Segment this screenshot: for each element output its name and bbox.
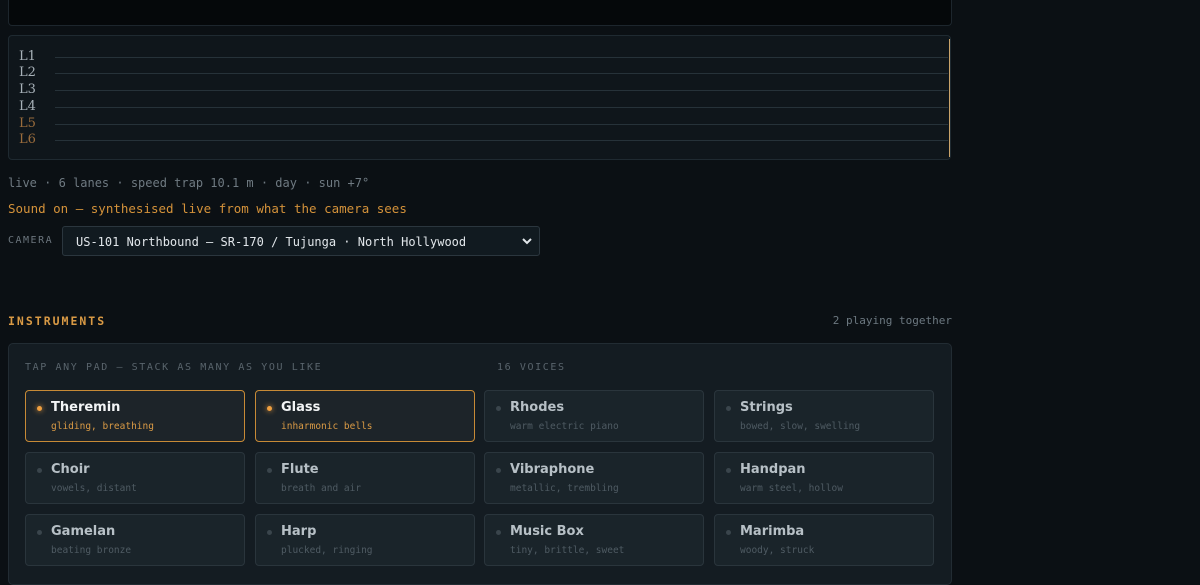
pad-name: Theremin — [51, 400, 121, 415]
lane-line — [55, 107, 948, 108]
lane-monitor: L1 L2 L3 L4 L5 L6 — [8, 35, 951, 160]
pad-indicator-dot — [267, 468, 272, 473]
pad-name: Harp — [281, 524, 317, 539]
chevron-down-icon — [522, 238, 532, 245]
pad-music-box[interactable]: Music Box tiny, brittle, sweet — [484, 514, 704, 566]
lane-row: L1 — [9, 48, 950, 65]
lane-label: L2 — [19, 65, 36, 80]
pad-indicator-dot — [726, 468, 731, 473]
pad-indicator-dot — [37, 530, 42, 535]
sound-status: Sound on — synthesised live from what th… — [8, 201, 407, 216]
pad-name: Gamelan — [51, 524, 116, 539]
pad-name: Music Box — [510, 524, 584, 539]
pad-rhodes[interactable]: Rhodes warm electric piano — [484, 390, 704, 442]
pad-description: plucked, ringing — [281, 545, 373, 556]
lane-row: L3 — [9, 81, 950, 98]
pad-description: tiny, brittle, sweet — [510, 545, 625, 556]
pad-glass[interactable]: Glass inharmonic bells — [255, 390, 475, 442]
lane-label: L1 — [19, 49, 36, 64]
pad-theremin[interactable]: Theremin gliding, breathing — [25, 390, 245, 442]
lane-label: L5 — [19, 116, 36, 131]
pad-strings[interactable]: Strings bowed, slow, swelling — [714, 390, 934, 442]
pad-description: inharmonic bells — [281, 421, 373, 432]
pad-marimba[interactable]: Marimba woody, struck — [714, 514, 934, 566]
instrument-hint: TAP ANY PAD — STACK AS MANY AS YOU LIKE — [25, 362, 323, 373]
voice-count: 16 VOICES — [497, 362, 566, 373]
lane-line — [55, 57, 948, 58]
pad-indicator-dot — [726, 406, 731, 411]
pad-indicator-dot — [267, 406, 272, 411]
pad-indicator-dot — [267, 530, 272, 535]
pad-indicator-dot — [496, 406, 501, 411]
instruments-title: INSTRUMENTS — [8, 314, 107, 328]
camera-label: CAMERA — [8, 235, 54, 246]
pad-name: Rhodes — [510, 400, 565, 415]
lane-label: L4 — [19, 99, 36, 114]
pad-vibraphone[interactable]: Vibraphone metallic, trembling — [484, 452, 704, 504]
camera-video-feed — [8, 0, 952, 26]
lane-row: L5 — [9, 115, 950, 132]
pad-indicator-dot — [37, 468, 42, 473]
pad-name: Handpan — [740, 462, 806, 477]
lane-line — [55, 124, 948, 125]
pad-description: warm electric piano — [510, 421, 619, 432]
instruments-playing-count: 2 playing together — [832, 314, 952, 327]
pad-choir[interactable]: Choir vowels, distant — [25, 452, 245, 504]
pad-description: breath and air — [281, 483, 362, 494]
status-line: live · 6 lanes · speed trap 10.1 m · day… — [8, 176, 370, 190]
pad-indicator-dot — [726, 530, 731, 535]
pad-indicator-dot — [496, 530, 501, 535]
lane-label: L3 — [19, 82, 36, 97]
pad-description: metallic, trembling — [510, 483, 619, 494]
camera-select[interactable]: US-101 Northbound — SR-170 / Tujunga · N… — [62, 226, 540, 256]
pad-name: Marimba — [740, 524, 805, 539]
pad-handpan[interactable]: Handpan warm steel, hollow — [714, 452, 934, 504]
pad-description: beating bronze — [51, 545, 132, 556]
pad-name: Choir — [51, 462, 90, 477]
pad-indicator-dot — [37, 406, 42, 411]
pad-name: Glass — [281, 400, 321, 415]
lane-row: L2 — [9, 64, 950, 81]
lane-label: L6 — [19, 132, 36, 147]
camera-select-value: US-101 Northbound — SR-170 / Tujunga · N… — [76, 235, 467, 249]
pad-description: vowels, distant — [51, 483, 137, 494]
pad-description: warm steel, hollow — [740, 483, 843, 494]
lane-line — [55, 73, 948, 74]
lane-line — [55, 140, 948, 141]
pad-indicator-dot — [496, 468, 501, 473]
pad-harp[interactable]: Harp plucked, ringing — [255, 514, 475, 566]
pad-description: gliding, breathing — [51, 421, 154, 432]
lane-row: L4 — [9, 98, 950, 115]
pad-name: Vibraphone — [510, 462, 595, 477]
lane-line — [55, 90, 948, 91]
instrument-panel: TAP ANY PAD — STACK AS MANY AS YOU LIKE … — [8, 343, 952, 585]
pad-description: woody, struck — [740, 545, 815, 556]
pad-name: Flute — [281, 462, 319, 477]
pad-gamelan[interactable]: Gamelan beating bronze — [25, 514, 245, 566]
lane-row: L6 — [9, 131, 950, 148]
pad-flute[interactable]: Flute breath and air — [255, 452, 475, 504]
pad-description: bowed, slow, swelling — [740, 421, 861, 432]
pad-name: Strings — [740, 400, 793, 415]
